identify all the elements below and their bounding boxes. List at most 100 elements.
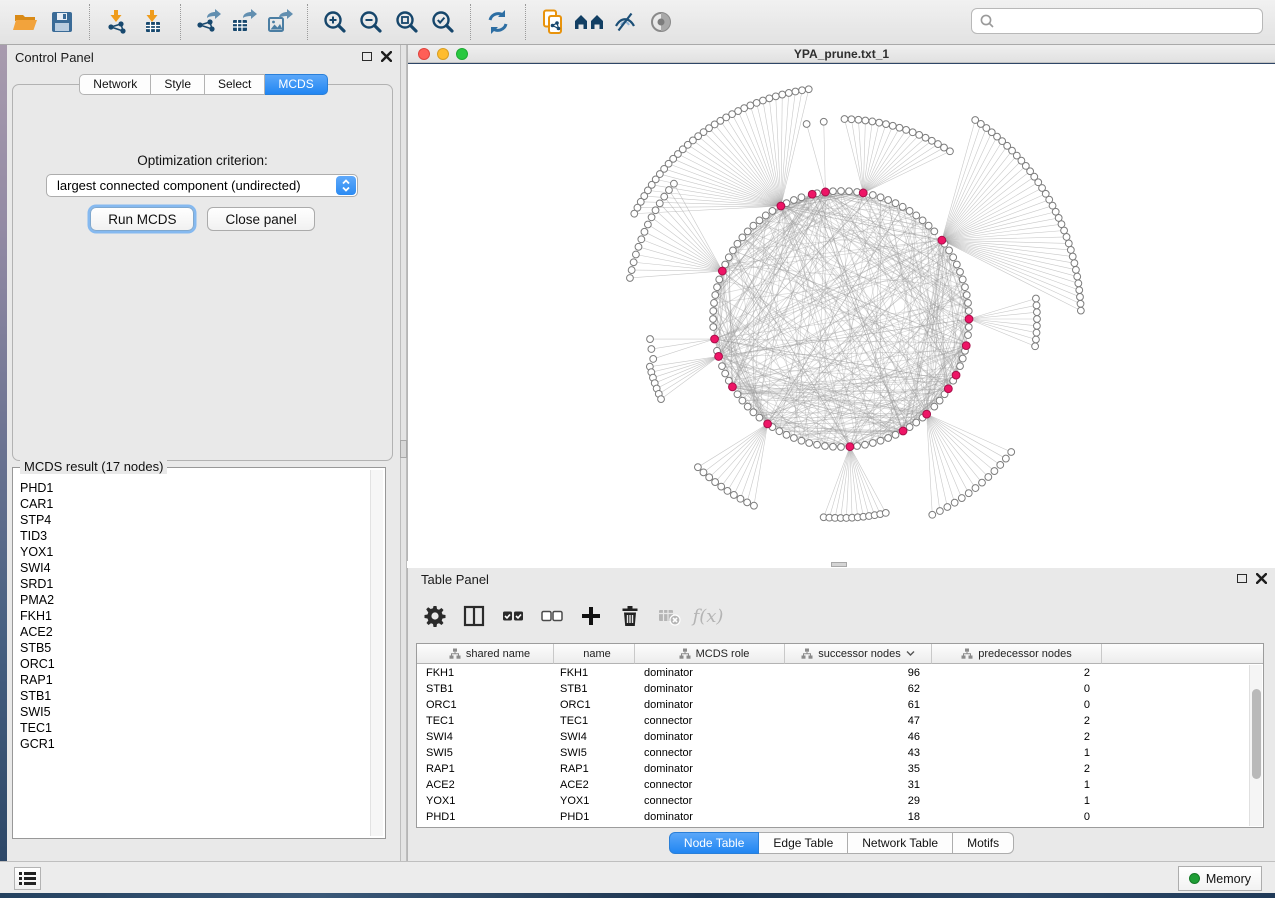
memory-button[interactable]: Memory bbox=[1178, 866, 1262, 891]
result-item[interactable]: ORC1 bbox=[14, 656, 369, 672]
tab-select[interactable]: Select bbox=[205, 74, 265, 95]
column-header-successor-nodes[interactable]: successor nodes bbox=[785, 644, 932, 664]
table-cell: TEC1 bbox=[554, 715, 635, 727]
export-image-button[interactable] bbox=[262, 3, 298, 41]
result-item[interactable]: GCR1 bbox=[14, 736, 369, 752]
select-all-button[interactable] bbox=[500, 603, 526, 629]
delete-column-button[interactable] bbox=[617, 603, 643, 629]
table-row[interactable]: RAP1RAP1dominator352 bbox=[417, 761, 1248, 777]
result-item[interactable]: STB5 bbox=[14, 640, 369, 656]
table-row[interactable]: ORC1ORC1dominator610 bbox=[417, 697, 1248, 713]
result-item[interactable]: TEC1 bbox=[14, 720, 369, 736]
table-cell: ORC1 bbox=[417, 699, 554, 711]
list-icon bbox=[19, 872, 36, 885]
vertical-splitter[interactable] bbox=[400, 45, 407, 861]
export-table-icon bbox=[231, 9, 257, 35]
table-row[interactable]: TEC1TEC1connector472 bbox=[417, 713, 1248, 729]
table-cell: RAP1 bbox=[417, 763, 554, 775]
table-cell: 47 bbox=[785, 715, 932, 727]
result-item[interactable]: CAR1 bbox=[14, 496, 369, 512]
result-item[interactable]: SRD1 bbox=[14, 576, 369, 592]
optimization-select-value: largest connected component (undirected) bbox=[57, 178, 301, 193]
table-row[interactable]: PHD1PHD1dominator180 bbox=[417, 809, 1248, 825]
run-mcds-button[interactable]: Run MCDS bbox=[90, 207, 194, 231]
tab-edge-table[interactable]: Edge Table bbox=[759, 832, 848, 854]
splitter-grip[interactable] bbox=[831, 562, 847, 567]
delete-table-button[interactable] bbox=[656, 603, 682, 629]
close-panel-button[interactable]: Close panel bbox=[207, 207, 314, 231]
zoom-out-button[interactable] bbox=[353, 3, 389, 41]
mcds-result-scrollbar[interactable] bbox=[370, 470, 383, 836]
network-canvas[interactable] bbox=[408, 64, 1275, 561]
deselect-all-button[interactable] bbox=[539, 603, 565, 629]
result-item[interactable]: FKH1 bbox=[14, 608, 369, 624]
table-row[interactable]: SWI4SWI4dominator462 bbox=[417, 729, 1248, 745]
table-row[interactable]: YOX1YOX1connector291 bbox=[417, 793, 1248, 809]
table-cell: YOX1 bbox=[417, 795, 554, 807]
import-network-button[interactable] bbox=[99, 3, 135, 41]
table-scrollbar[interactable] bbox=[1249, 665, 1262, 826]
result-item[interactable]: STP4 bbox=[14, 512, 369, 528]
horizontal-splitter[interactable] bbox=[407, 561, 1275, 568]
zoom-fit-button[interactable] bbox=[389, 3, 425, 41]
zoom-selected-button[interactable] bbox=[425, 3, 461, 41]
result-item[interactable]: PMA2 bbox=[14, 592, 369, 608]
mcds-pane: Optimization criterion: largest connecte… bbox=[12, 84, 393, 461]
tab-network[interactable]: Network bbox=[79, 74, 151, 95]
zoom-in-button[interactable] bbox=[317, 3, 353, 41]
search-input[interactable] bbox=[1000, 14, 1255, 29]
tab-network-table[interactable]: Network Table bbox=[848, 832, 953, 854]
show-columns-button[interactable] bbox=[461, 603, 487, 629]
result-item[interactable]: SWI5 bbox=[14, 704, 369, 720]
optimization-select[interactable]: largest connected component (undirected) bbox=[46, 174, 358, 197]
column-header-mcds-role[interactable]: MCDS role bbox=[635, 644, 785, 664]
tab-node-table[interactable]: Node Table bbox=[669, 832, 760, 854]
publish-network-button[interactable] bbox=[535, 3, 571, 41]
apply-layout-button[interactable] bbox=[480, 3, 516, 41]
table-row[interactable]: FKH1FKH1dominator962 bbox=[417, 665, 1248, 681]
column-header-predecessor-nodes[interactable]: predecessor nodes bbox=[932, 644, 1102, 664]
close-panel-icon[interactable] bbox=[1256, 573, 1267, 584]
float-window-icon[interactable] bbox=[1237, 574, 1247, 583]
result-item[interactable]: STB1 bbox=[14, 688, 369, 704]
first-neighbors-button[interactable] bbox=[571, 3, 607, 41]
function-builder-button[interactable]: f(x) bbox=[695, 603, 721, 629]
control-panel: Control Panel Network Style Select MCDS … bbox=[7, 45, 400, 861]
tab-mcds[interactable]: MCDS bbox=[265, 74, 327, 95]
result-item[interactable]: RAP1 bbox=[14, 672, 369, 688]
scrollbar-thumb[interactable] bbox=[1252, 689, 1261, 779]
import-table-icon bbox=[140, 9, 166, 35]
zoom-out-icon bbox=[358, 9, 384, 35]
result-item[interactable]: PHD1 bbox=[14, 480, 369, 496]
column-header-shared-name[interactable]: shared name bbox=[417, 644, 554, 664]
control-panel-title: Control Panel bbox=[15, 50, 94, 65]
tab-motifs[interactable]: Motifs bbox=[953, 832, 1014, 854]
result-item[interactable]: SWI4 bbox=[14, 560, 369, 576]
open-file-button[interactable] bbox=[8, 3, 44, 41]
save-session-button[interactable] bbox=[44, 3, 80, 41]
hide-selected-button[interactable] bbox=[607, 3, 643, 41]
close-panel-icon[interactable] bbox=[381, 51, 392, 62]
splitter-grip[interactable] bbox=[400, 440, 407, 458]
result-item[interactable]: ACE2 bbox=[14, 624, 369, 640]
table-settings-button[interactable] bbox=[422, 603, 448, 629]
table-row[interactable]: STB1STB1dominator620 bbox=[417, 681, 1248, 697]
zoom-in-icon bbox=[322, 9, 348, 35]
float-window-icon[interactable] bbox=[362, 52, 372, 61]
toolbar-separator bbox=[89, 4, 90, 40]
tab-style[interactable]: Style bbox=[151, 74, 205, 95]
column-header-filler bbox=[1102, 644, 1263, 664]
export-network-button[interactable] bbox=[190, 3, 226, 41]
table-row[interactable]: SWI5SWI5connector431 bbox=[417, 745, 1248, 761]
table-row[interactable]: ACE2ACE2connector311 bbox=[417, 777, 1248, 793]
show-all-button[interactable] bbox=[643, 3, 679, 41]
add-column-button[interactable] bbox=[578, 603, 604, 629]
column-header-name[interactable]: name bbox=[554, 644, 635, 664]
result-item[interactable]: TID3 bbox=[14, 528, 369, 544]
control-panel-tabs: Network Style Select MCDS bbox=[7, 74, 400, 95]
export-table-button[interactable] bbox=[226, 3, 262, 41]
task-history-button[interactable] bbox=[14, 867, 41, 890]
search-icon bbox=[979, 13, 995, 29]
result-item[interactable]: YOX1 bbox=[14, 544, 369, 560]
import-table-button[interactable] bbox=[135, 3, 171, 41]
